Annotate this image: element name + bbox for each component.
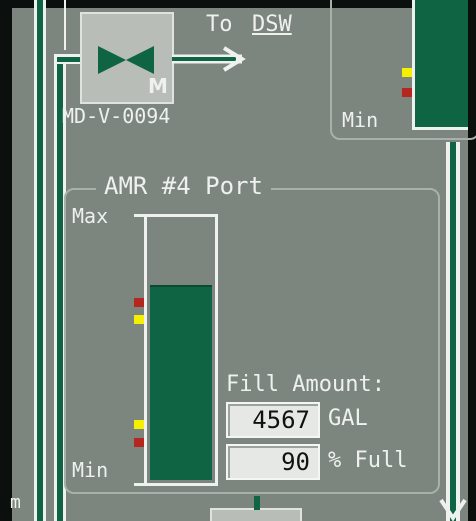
flow-target-link[interactable]: DSW [252,12,292,37]
left-pipe-inner [37,0,43,521]
thin-pipe-top [64,0,66,50]
gallons-value-field: 4567 [226,402,320,438]
top-right-min-label: Min [342,108,379,132]
high-marker [134,315,144,324]
fill-amount-label: Fill Amount: [226,372,385,397]
down-arrow-icon [439,498,467,521]
left-edge-label: m [10,492,21,513]
right-pipe-inner [450,142,456,521]
tank-level-fill [150,284,212,480]
high-high-marker [134,298,144,307]
branch-pipe-horizontal-inner [57,57,82,62]
percent-value-field: 90 [226,444,320,480]
top-right-low-marker [402,88,412,97]
percent-unit-label: % Full [328,448,408,473]
low-low-marker [134,438,144,447]
bottom-connector-pipe [254,496,260,510]
motor-valve-md-v-0094[interactable]: M [80,12,174,104]
flow-arrow-icon [172,46,246,72]
valve-tag-label: MD-V-0094 [62,104,171,128]
amr4-port-title: AMR #4 Port [96,172,271,200]
amr4-tank[interactable] [144,214,218,486]
flow-to-label: To [206,12,233,37]
tank-max-label: Max [72,204,109,228]
top-right-tank[interactable] [412,0,468,130]
tank-min-label: Min [72,458,109,482]
low-marker [134,420,144,429]
gallons-unit-label: GAL [328,406,368,431]
motor-label: M [148,74,168,98]
hmi-screen: M MD-V-0094 To DSW Min AMR #4 Port Max M… [0,0,476,521]
top-right-high-marker [402,68,412,77]
screen-border-left [0,0,12,521]
